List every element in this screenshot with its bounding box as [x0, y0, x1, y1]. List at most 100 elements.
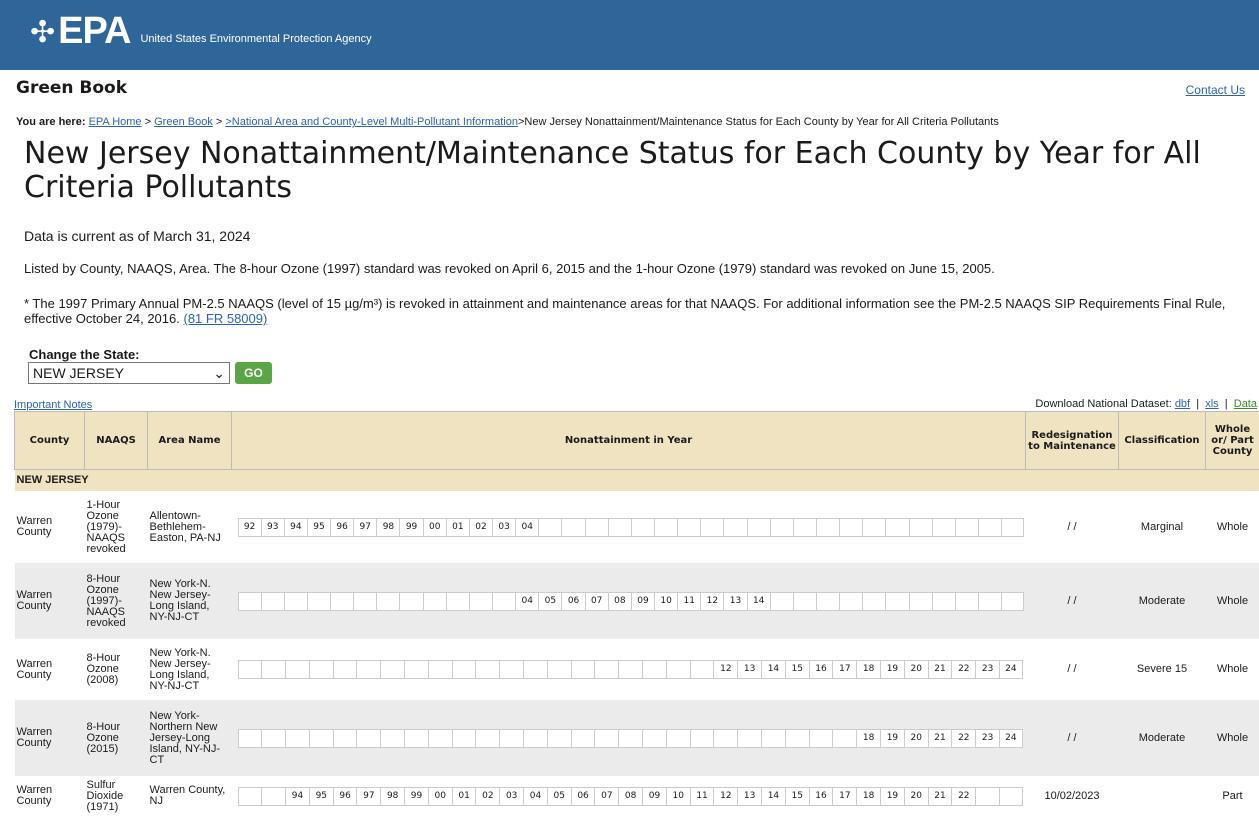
year-box	[399, 591, 423, 611]
year-box	[404, 728, 428, 748]
year-box	[630, 517, 655, 537]
download-label: Download National Dataset:	[1035, 398, 1172, 410]
year-box: 14	[761, 786, 785, 806]
year-box	[700, 517, 724, 537]
year-box	[499, 728, 524, 748]
year-box	[330, 591, 354, 611]
year-box: 06	[561, 591, 585, 611]
intro-text: Listed by County, NAAQS, Area. The 8-hou…	[24, 261, 995, 276]
year-box	[306, 591, 331, 611]
year-box: 03	[492, 517, 516, 537]
year-box: 04	[515, 591, 539, 611]
year-box: 19	[880, 728, 904, 748]
data-current-date: Data is current as of March 31, 2024	[24, 228, 251, 244]
table-row: Warren County 1-Hour Ozone (1979)-NAAQS r…	[15, 491, 1259, 563]
year-box	[594, 660, 619, 679]
year-box: 97	[353, 517, 377, 537]
logo-text: EPA	[58, 10, 131, 52]
year-box	[689, 660, 714, 679]
year-box: 15	[784, 786, 809, 806]
contact-us-link[interactable]: Contact Us	[1186, 83, 1245, 97]
year-box: 92	[237, 517, 261, 537]
pm-note: * The 1997 Primary Annual PM-2.5 NAAQS (…	[24, 296, 1234, 326]
year-strip: 04 05 06 07 08 09 10 11 12 13 14	[237, 591, 1025, 611]
year-box	[523, 660, 547, 679]
site-header: ✣ EPA United States Environmental Protec…	[0, 0, 1259, 70]
year-box: 18	[856, 660, 881, 679]
year-box: 07	[594, 786, 619, 806]
year-box: 96	[332, 786, 357, 806]
download-dataset: Download National Dataset: dbf | xls | D…	[1035, 398, 1257, 410]
year-box: 00	[422, 517, 446, 537]
year-box: 18	[856, 728, 881, 748]
year-box	[283, 591, 307, 611]
important-notes-link[interactable]: Important Notes	[14, 399, 92, 411]
col-classification: Classification	[1118, 411, 1206, 470]
year-box	[561, 517, 585, 537]
year-strip: 94 95 96 97 98 99 00 01 02 03 04 05 06 07 08 09 10 11 12 13…	[237, 786, 1025, 806]
year-box: 10	[654, 591, 678, 611]
year-box: 12	[713, 786, 738, 806]
year-box	[427, 728, 452, 748]
year-box	[499, 660, 524, 679]
year-box	[237, 660, 262, 679]
year-box	[404, 660, 428, 679]
year-box: 02	[468, 517, 493, 537]
year-box	[723, 517, 747, 537]
year-box: 94	[283, 517, 307, 537]
year-box: 04	[515, 517, 539, 537]
state-select[interactable]: NEW JERSEY ⌄	[28, 362, 230, 384]
year-box	[978, 517, 1002, 537]
year-box: 06	[570, 786, 595, 806]
breadcrumb: You are here: EPA Home > Green Book > >N…	[16, 116, 999, 128]
year-box: 15	[784, 660, 809, 679]
chevron-down-icon: ⌄	[213, 364, 225, 381]
breadcrumb-green-book[interactable]: Green Book	[154, 116, 213, 128]
year-box	[792, 591, 817, 611]
year-box: 20	[903, 786, 928, 806]
download-xls-link[interactable]: xls	[1205, 398, 1218, 410]
year-box: 22	[951, 786, 976, 806]
year-box	[908, 591, 932, 611]
year-box	[689, 728, 714, 748]
year-box	[356, 660, 381, 679]
breadcrumb-epa-home[interactable]: EPA Home	[89, 116, 142, 128]
year-box	[332, 660, 357, 679]
breadcrumb-national-area[interactable]: >National Area and County-Level Multi-Po…	[225, 116, 518, 128]
year-box	[665, 660, 690, 679]
year-box: 02	[475, 786, 500, 806]
year-box: 05	[538, 591, 562, 611]
naaqs-cell: 8-Hour Ozone (1997)-NAAQS revoked	[84, 563, 148, 639]
table-row: Warren County 8-Hour Ozone (2008) New York…	[15, 639, 1259, 700]
area-name-cell: Warren County, NJ	[149, 784, 226, 807]
year-box: 99	[404, 786, 428, 806]
year-box	[261, 786, 286, 806]
whole-part-cell: Whole	[1216, 520, 1249, 533]
year-box	[492, 591, 516, 611]
year-box	[839, 591, 863, 611]
epa-logo[interactable]: ✣ EPA United States Environmental Protec…	[30, 10, 372, 52]
table-row: Warren County Sulfur Dioxide (1971) Warren…	[15, 776, 1259, 816]
year-box	[908, 517, 932, 537]
year-box	[654, 517, 678, 537]
classification-cell: Moderate	[1118, 700, 1206, 776]
county-cell: Warren County	[16, 657, 53, 681]
year-box	[769, 591, 793, 611]
year-box: 13	[737, 660, 762, 679]
year-box	[308, 660, 333, 679]
fr-link[interactable]: (81 FR 58009)	[184, 311, 268, 326]
area-name-cell: Allentown-Bethlehem-Easton, PA-NJ	[149, 509, 221, 544]
year-box: 96	[330, 517, 354, 537]
year-box	[475, 660, 500, 679]
area-name-cell: New York-N. New Jersey-Long Island, NY-N…	[147, 563, 232, 639]
year-box: 24	[999, 660, 1023, 679]
year-box: 08	[618, 786, 643, 806]
year-box	[769, 517, 793, 537]
classification-cell: Marginal	[1140, 520, 1184, 533]
go-button[interactable]: GO	[235, 362, 272, 384]
download-dbf-link[interactable]: dbf	[1175, 398, 1190, 410]
download-data-link[interactable]: Data	[1234, 398, 1257, 410]
state-select-value: NEW JERSEY	[33, 365, 125, 381]
state-group-row: NEW JERSEY	[14, 469, 1259, 491]
year-box: 00	[427, 786, 452, 806]
